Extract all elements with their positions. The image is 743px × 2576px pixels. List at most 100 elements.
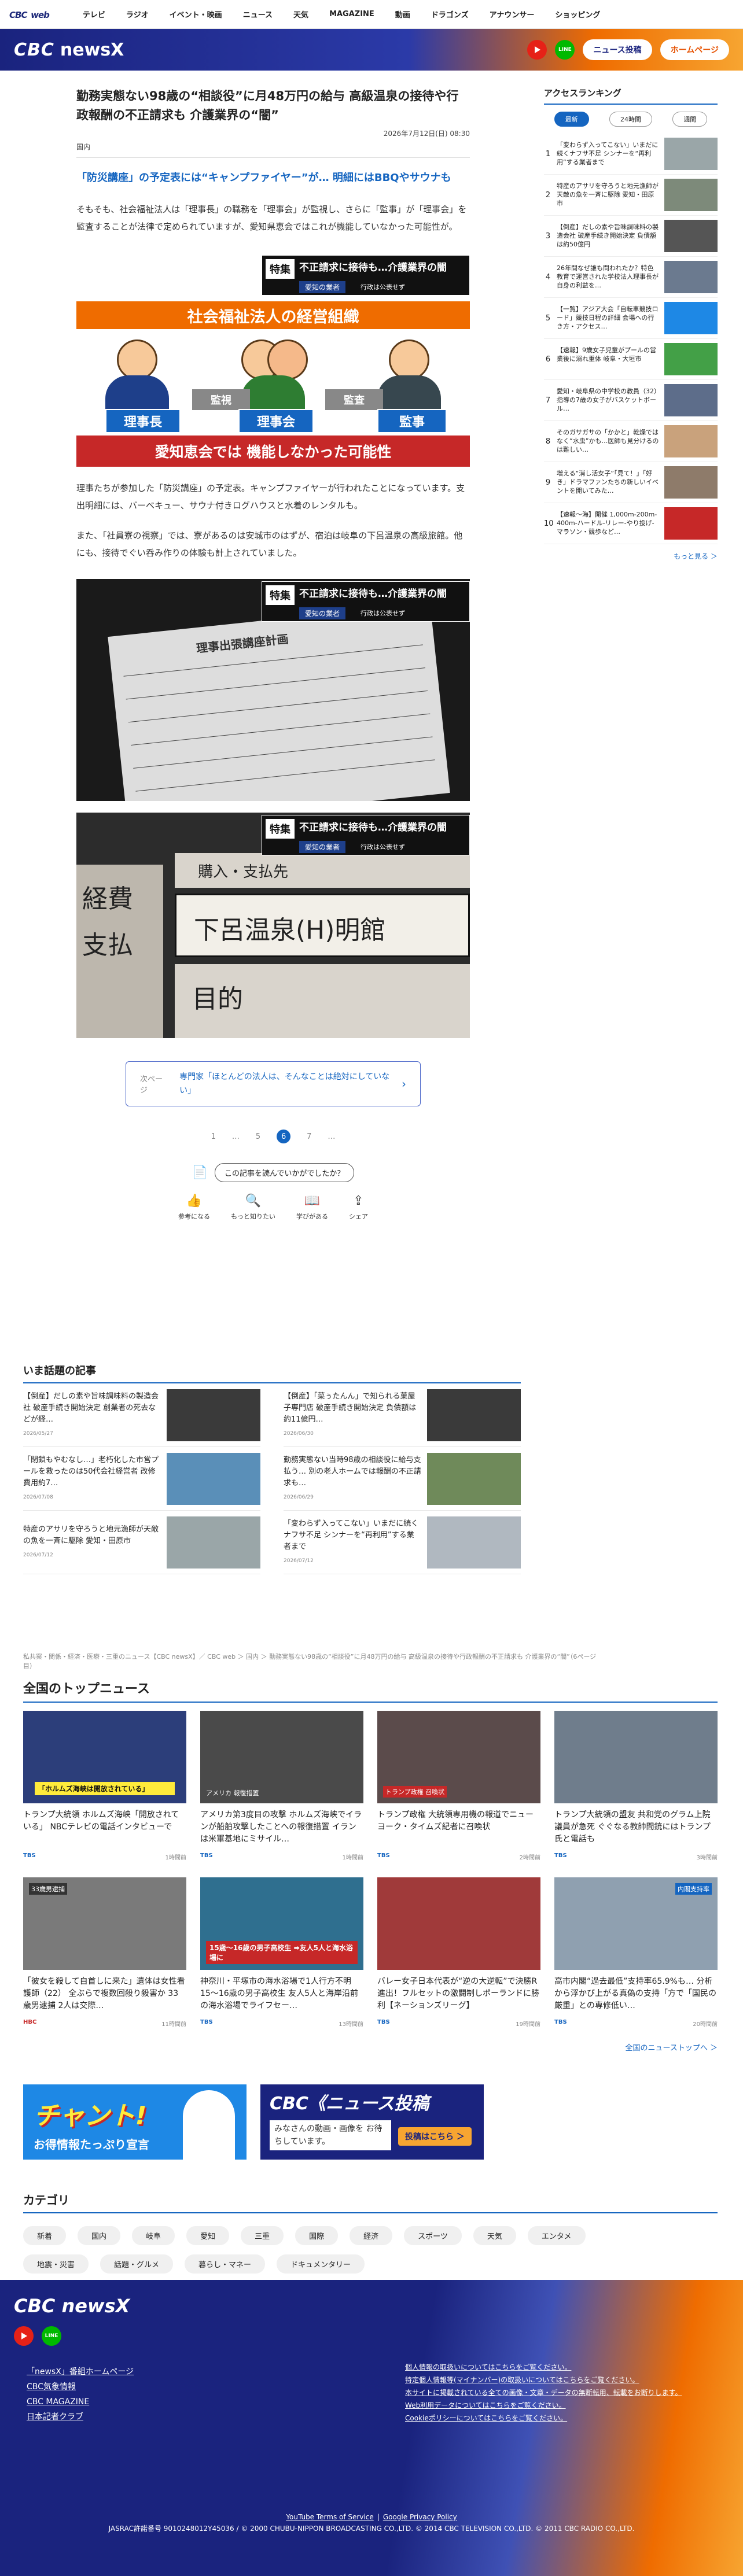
tab-24h[interactable]: 24時間	[609, 112, 652, 127]
nav-radio[interactable]: ラジオ	[126, 9, 149, 20]
next-page-link[interactable]: 次ページ 専門家「ほとんどの法人は、そんなことは絶対にしていない」 ›	[126, 1061, 421, 1106]
ranking-item[interactable]: 4 26年間なぜ誰も問われたか？特色教育で運営された学校法人理事長が自身の利益を…	[544, 257, 718, 298]
article-category[interactable]: 国内	[76, 142, 470, 158]
youtube-icon[interactable]	[527, 40, 547, 60]
cbc-logo[interactable]: CBC	[14, 40, 54, 60]
arrow-label: 監査	[325, 389, 383, 410]
hot-item[interactable]: 「変わらず入ってこない」いまだに続くナフサ不足 シンナーを“再利用”する業者まで…	[284, 1511, 521, 1574]
category-chip[interactable]: 地震・災害	[23, 2254, 89, 2274]
news-post-banner-ad[interactable]: CBC《ニュース投稿 みなさんの動画・画像を お待ちしています。 投稿はこちら …	[260, 2084, 484, 2160]
policy-link[interactable]: 特定個人情報等(マイナンバー)の取扱いについてはこちらをご覧ください。	[405, 2374, 682, 2386]
youtube-icon[interactable]	[14, 2326, 34, 2346]
hot-item[interactable]: 【倒産】だしの素や旨味調味料の製造会社 破産手続き開始決定 創業者の死去などが経…	[23, 1383, 260, 1447]
reaction-more-button[interactable]: 🔍 もっと知りたい	[231, 1194, 275, 1221]
news-image: トランプ政権 召喚状	[377, 1711, 540, 1803]
chant-banner-ad[interactable]: チャント! お得情報たっぷり宣言	[23, 2084, 247, 2160]
news-card[interactable]: アメリカ 報復措置 アメリカ第3度目の攻撃 ホルムズ海峡でイランが船舶攻撃したこと…	[200, 1711, 363, 1861]
ranking-item[interactable]: 6 【速報】9歳女子児童がプールの営業後に溺れ重体 岐阜・大垣市	[544, 339, 718, 380]
page-link[interactable]: 7	[307, 1132, 311, 1141]
ranking-item[interactable]: 2 特産のアサリを守ろうと地元漁師が天敵の魚を一斉に駆除 愛知・田原市	[544, 175, 718, 216]
hot-item[interactable]: 勤務実態ない当時98歳の相談役に給与支払う… 別の老人ホームでは報酬の不正請求も…	[284, 1447, 521, 1511]
category-chip[interactable]: スポーツ	[404, 2226, 462, 2245]
ranking-sidebar: アクセスランキング 最新 24時間 週間 1 「変わらず入ってこない」いまだに続く…	[544, 87, 718, 561]
ranking-more-link[interactable]: もっと見る ＞	[544, 551, 718, 561]
footer-link[interactable]: CBC気象情報	[27, 2379, 134, 2394]
footer-link[interactable]: 日本記者クラブ	[27, 2409, 134, 2424]
nav-announcer[interactable]: アナウンサー	[490, 9, 535, 20]
category-chip[interactable]: 国際	[295, 2226, 339, 2245]
page-current: 6	[277, 1130, 291, 1143]
news-card[interactable]: 「ホルムズ海峡は開放されている」 トランプ大統領 ホルムズ海峡「開放されている」 …	[23, 1711, 186, 1861]
news-card[interactable]: 33歳男逮捕 「彼女を殺して自首しに来た」遺体は女性看護師（22） 全ぶらで複数回…	[23, 1877, 186, 2028]
footer-logo[interactable]: CBC newsX	[14, 2295, 130, 2317]
category-chip[interactable]: 話題・グルメ	[100, 2254, 174, 2274]
category-chip[interactable]: エンタメ	[527, 2226, 586, 2245]
ranking-item[interactable]: 7 愛知・岐阜県の中学校の教員（32）指導の7歳の女子がバスケットボール…	[544, 380, 718, 421]
category-chip[interactable]: 岐阜	[132, 2226, 175, 2245]
nav-tv[interactable]: テレビ	[83, 9, 105, 20]
news-card[interactable]: 内閣支持率 高市内閣“過去最低”支持率65.9%も… 分析から浮かび上がる真偽の支…	[554, 1877, 718, 2028]
category-chip[interactable]: 国内	[78, 2226, 121, 2245]
news-card[interactable]: バレー女子日本代表が“逆の大逆転”で決勝R進出！フルセットの激闘制しポーランドに…	[377, 1877, 540, 2028]
nav-events[interactable]: イベント・映画	[170, 9, 222, 20]
ranking-item[interactable]: 8 そのガサガサの「かかと」乾燥ではなく“水虫”かも…医師も見分けるのは難しい…	[544, 421, 718, 462]
news-image: 15歳～16歳の男子高校生 ➡友人5人と海水浴場に	[200, 1877, 363, 1970]
nav-dragons[interactable]: ドラゴンズ	[431, 9, 469, 20]
google-privacy-link[interactable]: Google Privacy Policy	[383, 2513, 457, 2521]
cbc-web-logo[interactable]: CBC web	[9, 7, 50, 21]
category-chip[interactable]: 天気	[473, 2226, 516, 2245]
arrow-label: 監視	[192, 389, 250, 410]
footer-link[interactable]: CBC MAGAZINE	[27, 2394, 134, 2409]
feedback-question: この記事を読んでいかがでしたか？	[215, 1163, 355, 1182]
page-link[interactable]: 5	[256, 1132, 260, 1141]
tab-latest[interactable]: 最新	[554, 112, 589, 127]
ranking-item[interactable]: 9 増える“消し活女子”「見て！」「好き」ドラマファンたちの新しいイベントを開いて…	[544, 462, 718, 503]
news-post-button[interactable]: ニュース投稿	[583, 39, 652, 60]
nav-news[interactable]: ニュース	[243, 9, 273, 20]
role-label: 理事長	[105, 409, 181, 433]
newsx-logo[interactable]: newsX	[60, 40, 124, 60]
nav-magazine[interactable]: MAGAZINE	[329, 10, 374, 19]
ranking-item[interactable]: 5 【一覧】アジア大会「自転車競技ロード」競技日程の詳細 会場への行き方・アクセス…	[544, 298, 718, 339]
hot-topics: いま話題の記事 【倒産】だしの素や旨味調味料の製造会社 破産手続き開始決定 創業…	[23, 1363, 521, 1574]
reaction-helpful-button[interactable]: 👍 参考になる	[178, 1194, 210, 1221]
policy-link[interactable]: Web利用データについてはこちらをご覧ください。	[405, 2399, 682, 2412]
category-chip[interactable]: ドキュメンタリー	[277, 2254, 365, 2274]
top-news-more-link[interactable]: 全国のニューストップへ ＞	[23, 2042, 718, 2053]
category-chip[interactable]: 経済	[350, 2226, 393, 2245]
breadcrumb[interactable]: 私共案・関係・経済・医療・三重のニュース【CBC newsX】／ CBC web…	[23, 1652, 602, 1670]
ranking-item[interactable]: 10 【速報～海】開催 1,000m-200m-400m-ハードル-リレー-やり投…	[544, 503, 718, 544]
category-chip[interactable]: 新着	[23, 2226, 67, 2245]
news-card[interactable]: トランプ政権 召喚状 トランプ政権 大統領専用機の報道でニューヨーク・タイムズ紀者…	[377, 1711, 540, 1861]
copyright: JASRAC許諾番号 9010248012Y45036 / © 2000 CHU…	[108, 2525, 635, 2533]
hot-item[interactable]: 「閉鎖もやむなし…」老朽化した市営プールを救ったのは50代会社経営者 改修費用約…	[23, 1447, 260, 1511]
thumbnail	[664, 384, 718, 416]
category-chip[interactable]: 三重	[241, 2226, 284, 2245]
nav-weather[interactable]: 天気	[293, 9, 308, 20]
homepage-button[interactable]: ホームページ	[660, 39, 729, 60]
hot-item[interactable]: 特産のアサリを守ろうと地元漁師が天敵の魚を一斉に駆除 愛知・田原市 2026/07…	[23, 1511, 260, 1574]
post-here-button[interactable]: 投稿はこちら ＞	[398, 2127, 472, 2146]
nav-video[interactable]: 動画	[395, 9, 410, 20]
share-button[interactable]: ⇪ シェア	[349, 1194, 368, 1221]
line-icon[interactable]: LINE	[555, 40, 575, 60]
category-chip[interactable]: 暮らし・マネー	[185, 2254, 266, 2274]
policy-link[interactable]: 本サイトに掲載されている全ての画像・文章・データの無断転用、転載をお断りします。	[405, 2386, 682, 2399]
news-card[interactable]: 15歳～16歳の男子高校生 ➡友人5人と海水浴場に 神奈川・平塚市の海水浴場で1人…	[200, 1877, 363, 2028]
footer-links: 「newsX」番組ホームページ CBC気象情報 CBC MAGAZINE 日本記…	[27, 2364, 134, 2424]
news-card[interactable]: トランプ大統領の盟友 共和党のグラム上院議員が急死 ぐぐなる教帥間銃にはトランプ…	[554, 1711, 718, 1861]
ranking-item[interactable]: 1 「変わらず入ってこない」いまだに続くナフサ不足 シンナーを“再利用”する業者ま…	[544, 134, 718, 175]
ranking-item[interactable]: 3 【倒産】だしの素や旨味調味料の製造会社 破産手続き開始決定 負債額は約50億円	[544, 216, 718, 257]
policy-link[interactable]: Cookieポリシーについてはこちらをご覧ください。	[405, 2412, 682, 2424]
reaction-learn-button[interactable]: 📖 学びがある	[296, 1194, 328, 1221]
youtube-terms-link[interactable]: YouTube Terms of Service	[286, 2513, 374, 2521]
policy-link[interactable]: 個人情報の取扱いについてはこちらをご覧ください。	[405, 2361, 682, 2374]
top-news-title: 全国のトップニュース	[23, 1678, 718, 1703]
category-chip[interactable]: 愛知	[186, 2226, 230, 2245]
nav-shopping[interactable]: ショッピング	[555, 9, 600, 20]
page-link[interactable]: 1	[211, 1132, 216, 1141]
tab-weekly[interactable]: 週間	[672, 112, 708, 127]
line-icon[interactable]: LINE	[42, 2326, 61, 2346]
footer-link[interactable]: 「newsX」番組ホームページ	[27, 2364, 134, 2379]
hot-item[interactable]: 【倒産】「菜ぅたんん」で知られる菓屋子専門店 破産手続き開始決定 負債額は約11…	[284, 1383, 521, 1447]
